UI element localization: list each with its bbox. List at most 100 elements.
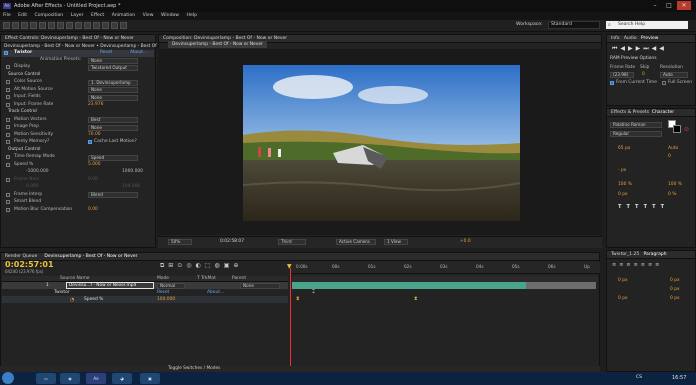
camera-select[interactable]: Active Camera bbox=[336, 239, 376, 245]
effect-property-select[interactable]: None bbox=[88, 124, 138, 131]
indent-left-value[interactable]: 0 px bbox=[618, 278, 628, 284]
tab-info[interactable]: Info bbox=[611, 36, 620, 41]
layer-name[interactable]: Devinsu...f - Now or Never.mp4 bbox=[66, 282, 154, 289]
type-tool-icon[interactable] bbox=[75, 22, 82, 29]
stopwatch-icon[interactable]: ◔ bbox=[70, 297, 74, 303]
media-taskbar-icon[interactable]: ▣ bbox=[140, 373, 160, 384]
effect-property-select[interactable]: Speed bbox=[88, 154, 138, 161]
after-effects-taskbar-icon[interactable]: Ae bbox=[86, 373, 106, 384]
effect-property-select[interactable]: 1. Devinsuperlamp bbox=[88, 79, 138, 86]
effect-property-select[interactable]: Best bbox=[88, 117, 138, 123]
timeline-switches-icons[interactable]: ⧉⊞⊙◎◐⬚◍▣⊕ bbox=[160, 262, 242, 270]
no-color-icon[interactable]: ⊘ bbox=[684, 126, 689, 133]
effect-property-value[interactable]: 1000.000 bbox=[122, 169, 143, 175]
stopwatch-icon[interactable] bbox=[6, 192, 10, 197]
stopwatch-icon[interactable] bbox=[6, 125, 10, 129]
eraser-tool-icon[interactable] bbox=[102, 22, 109, 29]
playhead-handle-icon[interactable]: ▼ bbox=[287, 263, 292, 270]
keyframe-icon[interactable]: ⧗ bbox=[414, 296, 418, 302]
maximize-button[interactable]: □ bbox=[662, 1, 676, 10]
font-size-value[interactable]: 65 px bbox=[618, 146, 630, 152]
tab-effects-presets[interactable]: Effects & Presets bbox=[611, 110, 649, 115]
timeline-timecode[interactable]: 0:02:57:01 bbox=[5, 260, 54, 269]
baseline-shift-value[interactable]: 0 px bbox=[618, 192, 628, 198]
menu-animation[interactable]: Animation bbox=[112, 13, 135, 18]
tab-audio[interactable]: Audio bbox=[624, 36, 637, 41]
space-before-value[interactable]: 0 px bbox=[618, 296, 628, 302]
horizontal-scale-value[interactable]: 100 % bbox=[668, 182, 682, 188]
stopwatch-icon[interactable] bbox=[6, 95, 10, 99]
effect-property-value[interactable]: 70.00 bbox=[88, 132, 101, 138]
layer-duration-bar[interactable] bbox=[292, 282, 526, 289]
reset-link[interactable]: Reset bbox=[100, 50, 112, 56]
close-button[interactable]: ✕ bbox=[677, 1, 691, 10]
tab-render-queue[interactable]: Render Queue bbox=[5, 254, 37, 259]
menu-layer[interactable]: Layer bbox=[71, 13, 84, 18]
tab-paragraph[interactable]: Paragraph bbox=[644, 252, 667, 257]
keyboard-language[interactable]: CS bbox=[636, 375, 642, 380]
effect-property-value[interactable]: 5.000 bbox=[88, 162, 101, 168]
font-family-select[interactable]: Palatino Roman bbox=[610, 122, 662, 128]
indent-right-value[interactable]: 0 px bbox=[670, 278, 680, 284]
menu-file[interactable]: File bbox=[3, 13, 11, 18]
stopwatch-icon[interactable] bbox=[6, 140, 10, 144]
font-style-select[interactable]: Regular bbox=[610, 131, 662, 137]
effect-controls-tab[interactable]: Effect Controls: Devinsuperlamp - Best O… bbox=[1, 35, 155, 43]
camera-tool-icon[interactable] bbox=[39, 22, 46, 29]
effect-property-value[interactable]: 0.00 bbox=[88, 207, 98, 213]
menu-edit[interactable]: Edit bbox=[18, 13, 27, 18]
toggle-switches-modes[interactable]: Toggle Switches / Modes bbox=[168, 366, 220, 371]
stopwatch-icon[interactable] bbox=[6, 132, 10, 137]
stopwatch-icon[interactable] bbox=[6, 155, 10, 159]
selection-tool-icon[interactable] bbox=[3, 22, 10, 29]
vertical-scale-value[interactable]: 100 % bbox=[618, 182, 632, 188]
resolution-select[interactable]: Third bbox=[278, 239, 306, 245]
workspace-select[interactable]: Standard bbox=[548, 21, 600, 29]
indent-first-value[interactable]: 0 px bbox=[670, 287, 680, 293]
effect-property-select[interactable]: None bbox=[88, 94, 138, 101]
tsume-value[interactable]: 0 % bbox=[668, 192, 676, 198]
tab-preview[interactable]: Preview bbox=[641, 36, 659, 41]
hand-tool-icon[interactable] bbox=[12, 22, 19, 29]
layer-mode-select[interactable]: Normal bbox=[157, 283, 185, 289]
stopwatch-icon[interactable] bbox=[6, 80, 10, 84]
effect-property-select[interactable]: None bbox=[88, 87, 138, 93]
comp-timecode[interactable]: 0:02:58:07 bbox=[220, 239, 244, 245]
effect-checkbox[interactable] bbox=[88, 140, 92, 144]
pen-tool-icon[interactable] bbox=[66, 22, 73, 29]
menu-view[interactable]: View bbox=[143, 13, 154, 18]
faux-style-buttons[interactable]: TTTTTT bbox=[618, 204, 669, 210]
roto-brush-tool-icon[interactable] bbox=[111, 22, 118, 29]
about-link[interactable]: About... bbox=[130, 50, 147, 56]
effect-property-select[interactable]: Twixtored Output bbox=[88, 64, 138, 71]
minimize-button[interactable]: – bbox=[648, 1, 662, 10]
kerning-value[interactable]: 0 bbox=[668, 154, 671, 160]
search-help-input[interactable]: Search Help bbox=[606, 21, 688, 29]
menu-help[interactable]: Help bbox=[187, 13, 197, 18]
from-current-checkbox[interactable] bbox=[610, 81, 614, 85]
playhead-line[interactable] bbox=[290, 268, 291, 366]
effect-property-value[interactable]: 23.976 bbox=[88, 102, 103, 108]
menu-effect[interactable]: Effect bbox=[91, 13, 104, 18]
stroke-color-swatch[interactable] bbox=[673, 125, 681, 133]
layer-parent-select[interactable]: None bbox=[240, 283, 280, 289]
chrome-taskbar-icon[interactable]: ◉ bbox=[60, 373, 80, 384]
resolution-select-preview[interactable]: Auto bbox=[660, 72, 688, 78]
leading-value[interactable]: Auto bbox=[668, 146, 678, 152]
brush-tool-icon[interactable] bbox=[84, 22, 91, 29]
property-row[interactable] bbox=[2, 296, 288, 303]
puppet-tool-icon[interactable] bbox=[120, 22, 127, 29]
pan-behind-tool-icon[interactable] bbox=[48, 22, 55, 29]
clock[interactable]: 16:57 bbox=[672, 375, 686, 381]
effect-property-value[interactable]: 0.00 bbox=[88, 177, 98, 183]
stopwatch-icon[interactable] bbox=[6, 102, 10, 107]
stroke-width-value[interactable]: - px bbox=[618, 168, 626, 174]
property-value[interactable]: 100.000 bbox=[157, 297, 175, 303]
frame-rate-select[interactable]: (23.98) bbox=[610, 72, 634, 78]
effect-checkbox-label[interactable]: Cache Last Motion? bbox=[94, 139, 137, 145]
ram-preview-options[interactable]: RAM Preview Options bbox=[610, 56, 657, 62]
composition-subtab[interactable]: Devinsuperlamp - Best Of - Now or Never bbox=[168, 41, 267, 48]
skip-value[interactable]: 0 bbox=[642, 72, 645, 78]
stopwatch-icon[interactable] bbox=[6, 87, 10, 92]
stopwatch-icon[interactable] bbox=[6, 177, 10, 182]
